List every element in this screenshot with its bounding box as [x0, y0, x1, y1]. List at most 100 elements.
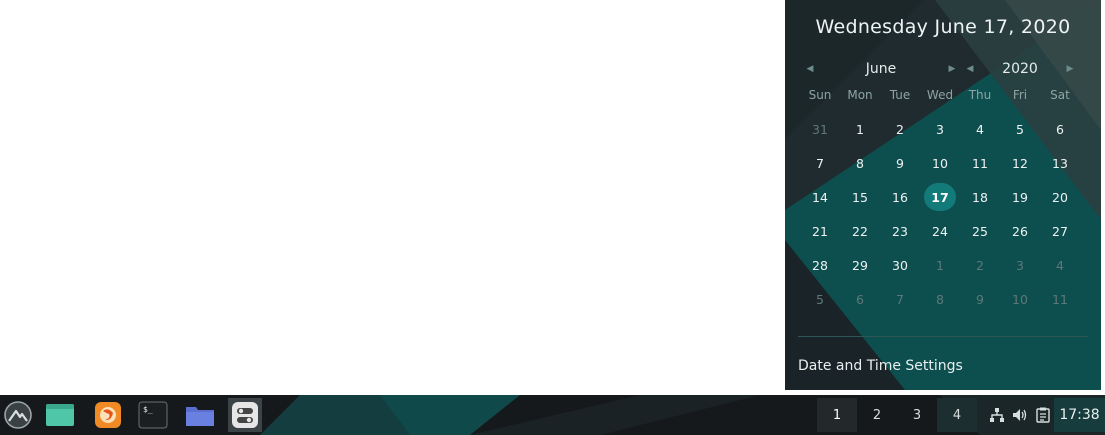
taskbar: $_ 1 2 3 4 17:38 [0, 395, 1105, 435]
calendar-day[interactable]: 14 [800, 180, 840, 214]
calendar-day[interactable]: 2 [880, 112, 920, 146]
calendar-day[interactable]: 21 [800, 214, 840, 248]
calendar-day[interactable]: 8 [920, 282, 960, 316]
divider [798, 336, 1088, 337]
calendar-popup: Wednesday June 17, 2020 ◀ June ▶ ◀ 2020 … [785, 0, 1101, 390]
calendar-day[interactable]: 15 [840, 180, 880, 214]
calendar-day[interactable]: 5 [1000, 112, 1040, 146]
workspace-3[interactable]: 3 [897, 398, 937, 432]
clipboard-tray-item[interactable] [1031, 398, 1054, 432]
calendar-day[interactable]: 23 [880, 214, 920, 248]
calendar-day[interactable]: 11 [1040, 282, 1080, 316]
next-month-icon[interactable]: ▶ [945, 64, 959, 74]
calendar-day[interactable]: 6 [840, 282, 880, 316]
calendar-day-number: 12 [1012, 155, 1028, 171]
terminal-icon: $_ [138, 401, 168, 429]
clipboard-icon [1035, 407, 1050, 423]
calendar-day-number: 9 [896, 155, 904, 171]
calendar-day-number: 28 [812, 257, 828, 273]
calendar-day[interactable]: 16 [880, 180, 920, 214]
calendar-day-number: 10 [932, 155, 948, 171]
app-menu-button[interactable] [1, 398, 35, 432]
weekday-label: Tue [889, 88, 911, 102]
prev-month-icon[interactable]: ◀ [803, 64, 817, 74]
network-tray-item[interactable] [985, 398, 1008, 432]
settings-toggle-icon [232, 402, 258, 428]
calendar-day-number: 7 [816, 155, 824, 171]
calendar-day[interactable]: 5 [800, 282, 840, 316]
calendar-day[interactable]: 4 [1040, 248, 1080, 282]
calendar-day[interactable]: 22 [840, 214, 880, 248]
calendar-day-number: 19 [1012, 189, 1028, 205]
weekday-label: Thu [968, 88, 992, 102]
calendar-day[interactable]: 11 [960, 146, 1000, 180]
calendar-day-number: 8 [936, 291, 944, 307]
month-label: June [865, 61, 897, 77]
calendar-day[interactable]: 28 [800, 248, 840, 282]
calendar-day-number: 8 [856, 155, 864, 171]
calendar-day-number: 3 [1016, 257, 1024, 273]
weekday-label: Sun [808, 88, 832, 102]
calendar-day-number: 18 [972, 189, 988, 205]
calendar-day[interactable]: 24 [920, 214, 960, 248]
calendar-day[interactable]: 12 [1000, 146, 1040, 180]
folder-icon [186, 407, 214, 426]
calendar-day[interactable]: 6 [1040, 112, 1080, 146]
calendar-day-number: 15 [852, 189, 868, 205]
files-window-button[interactable] [43, 398, 77, 432]
menu-icon [4, 401, 32, 429]
calendar-day[interactable]: 26 [1000, 214, 1040, 248]
day-grid: 31 1 2 3 4 5 6 7 8 9 10 11 12 13 14 15 16 17 18 19 20 21 22 23 2… [800, 112, 1090, 316]
calendar-day[interactable]: 19 [1000, 180, 1040, 214]
calendar-day-number: 23 [892, 223, 908, 239]
calendar-day[interactable]: 30 [880, 248, 920, 282]
calendar-day[interactable]: 1 [920, 248, 960, 282]
calendar-day[interactable]: 18 [960, 180, 1000, 214]
calendar-day[interactable]: 20 [1040, 180, 1080, 214]
calendar-day-number: 4 [976, 121, 984, 137]
calendar-day-number: 24 [932, 223, 948, 239]
folder-button[interactable] [183, 398, 217, 432]
calendar-day[interactable]: 1 [840, 112, 880, 146]
year-label: 2020 [1002, 61, 1038, 77]
calendar-day-number: 13 [1052, 155, 1068, 171]
calendar-day[interactable]: 3 [1000, 248, 1040, 282]
workspace-1[interactable]: 1 [817, 398, 857, 432]
workspace-2[interactable]: 2 [857, 398, 897, 432]
calendar-day[interactable]: 9 [880, 146, 920, 180]
calendar-day[interactable]: 10 [1000, 282, 1040, 316]
calendar-day-number: 30 [892, 257, 908, 273]
calendar-day[interactable]: 10 [920, 146, 960, 180]
firefox-icon [95, 402, 121, 428]
calendar-day[interactable]: 31 [800, 112, 840, 146]
calendar-day[interactable]: 4 [960, 112, 1000, 146]
calendar-day-number: 25 [972, 223, 988, 239]
calendar-day[interactable]: 25 [960, 214, 1000, 248]
terminal-button[interactable]: $_ [136, 398, 170, 432]
volume-tray-item[interactable] [1008, 398, 1031, 432]
calendar-day[interactable]: 27 [1040, 214, 1080, 248]
clock[interactable]: 17:38 [1054, 398, 1105, 432]
calendar-day-number: 31 [812, 121, 828, 137]
calendar-day[interactable]: 2 [960, 248, 1000, 282]
calendar-day-today[interactable]: 17 [920, 180, 960, 214]
calendar-day[interactable]: 3 [920, 112, 960, 146]
calendar-day[interactable]: 9 [960, 282, 1000, 316]
firefox-button[interactable] [91, 398, 125, 432]
calendar-day[interactable]: 13 [1040, 146, 1080, 180]
calendar-day[interactable]: 7 [800, 146, 840, 180]
settings-toggle-button[interactable] [228, 398, 262, 432]
calendar-day[interactable]: 29 [840, 248, 880, 282]
workspace-4[interactable]: 4 [937, 398, 977, 432]
calendar-day-number: 6 [1056, 121, 1064, 137]
calendar-day[interactable]: 8 [840, 146, 880, 180]
next-year-icon[interactable]: ▶ [1063, 64, 1077, 74]
date-header: Wednesday June 17, 2020 [815, 16, 1071, 38]
calendar-day[interactable]: 7 [880, 282, 920, 316]
weekday-label: Mon [847, 88, 873, 102]
prev-year-icon[interactable]: ◀ [963, 64, 977, 74]
calendar-day-number: 5 [1016, 121, 1024, 137]
files-window-icon [46, 404, 74, 426]
date-time-settings-link[interactable]: Date and Time Settings [798, 358, 963, 374]
calendar-day-number: 2 [896, 121, 904, 137]
